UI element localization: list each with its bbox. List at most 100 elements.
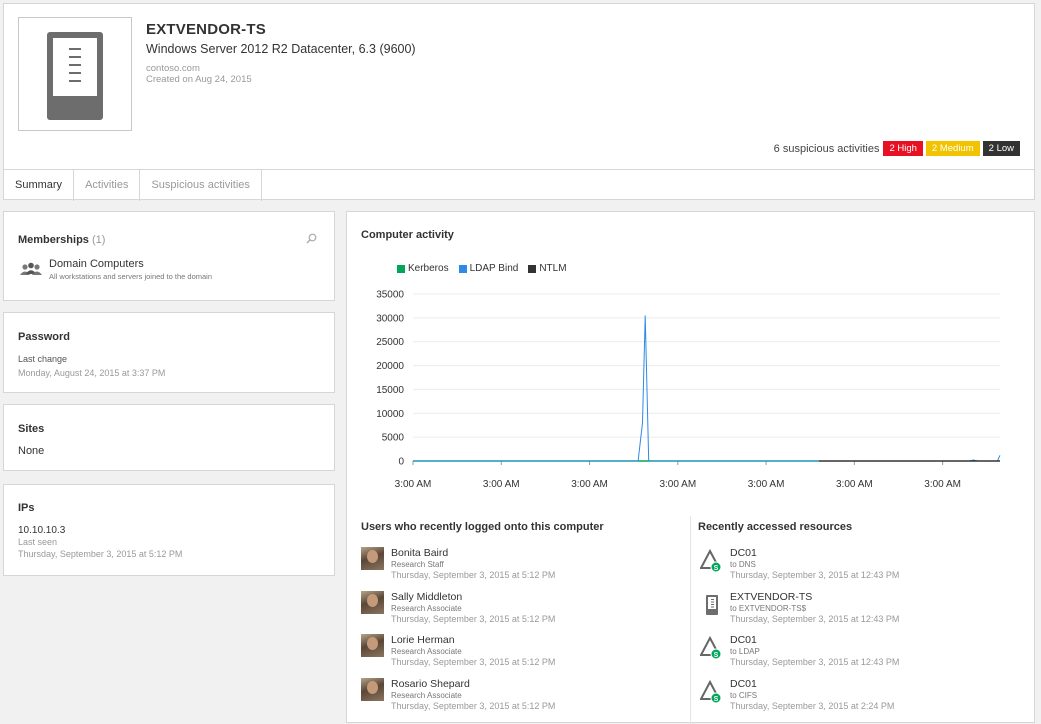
domain-controller-icon: S <box>700 679 722 703</box>
memberships-title: Memberships (1) <box>18 234 105 246</box>
membership-group-description: All workstations and servers joined to t… <box>49 272 213 281</box>
resource-target: to EXTVENDOR-TS$ <box>730 603 807 613</box>
user-role: Research Associate <box>391 647 462 656</box>
memberships-card: Memberships (1) Domain Computers All wor… <box>3 211 335 301</box>
y-tick-label: 10000 <box>376 409 404 420</box>
memberships-count: (1) <box>91 234 106 246</box>
user-avatar <box>361 677 384 701</box>
legend-ntlm-swatch <box>528 264 537 273</box>
user-row[interactable]: Rosario Shepard Research Associate Thursda… <box>361 677 681 720</box>
user-login-time: Thursday, September 3, 2015 at 5:12 PM <box>391 657 556 667</box>
user-login-time: Thursday, September 3, 2015 at 5:12 PM <box>391 613 556 624</box>
y-tick-label: 25000 <box>376 337 404 348</box>
legend-kerberos-label: Kerberos <box>408 263 449 274</box>
user-name[interactable]: Bonita Baird <box>391 547 448 559</box>
user-row[interactable]: Bonita Baird Research Staff Thursday, Sept… <box>361 547 681 589</box>
resource-access-time: Thursday, September 3, 2015 at 12:43 PM <box>730 570 900 580</box>
ips-title: IPs <box>18 502 35 514</box>
computer-domain: contoso.com <box>146 63 200 74</box>
user-row[interactable]: Sally Middleton Research Associate Thursda… <box>361 590 681 633</box>
user-role: Research Associate <box>391 690 462 700</box>
resource-row[interactable]: S DC01 to DNS Thursday, September 3, 2015 a… <box>700 547 1020 589</box>
activity-line-chart: 0 5000 10000 15000 20000 25000 30000 35000 3:00 … <box>376 290 1001 490</box>
computer-created-date: Created on Aug 24, 2015 <box>146 74 252 85</box>
computer-activity-title: Computer activity <box>361 229 454 241</box>
legend-ldap-bind[interactable]: LDAP Bind <box>458 263 519 274</box>
resource-target: to LDAP <box>730 647 760 656</box>
y-tick-label: 35000 <box>376 290 404 301</box>
high-severity-badge[interactable]: 2 High <box>883 141 923 156</box>
sites-value: None <box>18 445 45 457</box>
user-role: Research Associate <box>391 603 462 613</box>
user-avatar <box>361 590 384 614</box>
sites-title: Sites <box>18 423 45 435</box>
user-login-time: Thursday, September 3, 2015 at 5:12 PM <box>391 700 556 711</box>
computer-name: EXTVENDOR-TS <box>146 21 266 38</box>
memberships-title-text: Memberships <box>18 234 89 246</box>
domain-controller-icon: S <box>700 549 722 573</box>
resource-name[interactable]: EXTVENDOR-TS <box>730 591 812 603</box>
low-severity-badge[interactable]: 2 Low <box>982 141 1020 156</box>
domain-controller-icon: S <box>700 636 722 660</box>
suspicious-activity-count: 6 suspicious activities <box>773 142 880 155</box>
legend-ntlm[interactable]: NTLM <box>528 263 567 274</box>
legend-ldap-bind-label: LDAP Bind <box>469 263 519 274</box>
tab-summary[interactable]: Summary <box>4 170 75 201</box>
search-icon[interactable] <box>306 233 317 244</box>
membership-group-name[interactable]: Domain Computers <box>49 258 144 270</box>
x-tick-label: 3:00 AM <box>395 479 432 490</box>
resource-name[interactable]: DC01 <box>730 634 757 646</box>
y-tick-label: 30000 <box>376 313 404 324</box>
tab-suspicious-activities[interactable]: Suspicious activities <box>140 170 262 201</box>
recent-resources-title: Recently accessed resources <box>698 521 853 533</box>
computer-thumbnail <box>18 17 132 131</box>
x-tick-label: 3:00 AM <box>571 479 608 490</box>
resource-access-time: Thursday, September 3, 2015 at 12:43 PM <box>730 657 900 667</box>
password-card: Password Last change Monday, August 24, … <box>3 312 335 393</box>
svg-text:S: S <box>714 696 719 703</box>
chart-legend: Kerberos LDAP Bind NTLM <box>397 263 577 274</box>
resource-access-time: Thursday, September 3, 2015 at 12:43 PM <box>730 613 900 624</box>
y-tick-label: 20000 <box>376 361 404 372</box>
legend-ntlm-label: NTLM <box>539 263 567 274</box>
resource-row[interactable]: EXTVENDOR-TS to EXTVENDOR-TS$ Thursday, Se… <box>700 591 1020 633</box>
ip-last-seen-value: Thursday, September 3, 2015 at 5:12 PM <box>18 549 183 559</box>
x-tick-label: 3:00 AM <box>483 479 520 490</box>
y-tick-label: 0 <box>398 457 404 468</box>
user-role: Research Staff <box>391 560 444 569</box>
legend-kerberos[interactable]: Kerberos <box>397 263 449 274</box>
user-login-time: Thursday, September 3, 2015 at 5:12 PM <box>391 570 556 580</box>
server-icon <box>47 32 103 120</box>
suspicious-activity-summary: 6 suspicious activities 2 High 2 Medium … <box>774 141 1020 156</box>
user-name[interactable]: Sally Middleton <box>391 591 462 603</box>
tab-activities[interactable]: Activities <box>74 170 141 201</box>
svg-text:S: S <box>714 652 719 659</box>
password-last-change-label: Last change <box>18 354 68 364</box>
resource-target: to DNS <box>730 560 756 569</box>
x-tick-label: 3:00 AM <box>659 479 696 490</box>
medium-severity-badge[interactable]: 2 Medium <box>925 141 980 156</box>
svg-text:S: S <box>714 565 719 572</box>
user-avatar <box>361 547 384 570</box>
group-icon <box>20 262 42 275</box>
resource-access-time: Thursday, September 3, 2015 at 2:24 PM <box>730 700 895 711</box>
resource-row[interactable]: S DC01 to CIFS Thursday, September 3, 2015 … <box>700 678 1020 720</box>
ip-last-seen-label: Last seen <box>18 537 58 547</box>
user-row[interactable]: Lorie Herman Research Associate Thursday, … <box>361 634 681 676</box>
ip-address: 10.10.10.3 <box>18 525 66 536</box>
y-tick-label: 15000 <box>376 385 404 396</box>
user-name[interactable]: Lorie Herman <box>391 634 455 646</box>
y-tick-label: 5000 <box>382 433 405 444</box>
resource-name[interactable]: DC01 <box>730 547 757 559</box>
computer-activity-card: Computer activity Kerberos LDAP Bind NTL… <box>346 211 1035 724</box>
legend-ldap-bind-swatch <box>458 264 467 273</box>
x-tick-label: 3:00 AM <box>924 479 961 490</box>
ips-card: IPs 10.10.10.3 Last seen Thursday, Septe… <box>3 484 335 576</box>
profile-tabs: Summary Activities Suspicious activities <box>4 169 1034 201</box>
legend-kerberos-swatch <box>397 264 405 273</box>
user-name[interactable]: Rosario Shepard <box>391 678 470 690</box>
column-divider <box>690 516 691 724</box>
resource-row[interactable]: S DC01 to LDAP Thursday, September 3, 2015 … <box>700 634 1020 676</box>
resource-name[interactable]: DC01 <box>730 678 757 690</box>
resource-target: to CIFS <box>730 690 758 700</box>
